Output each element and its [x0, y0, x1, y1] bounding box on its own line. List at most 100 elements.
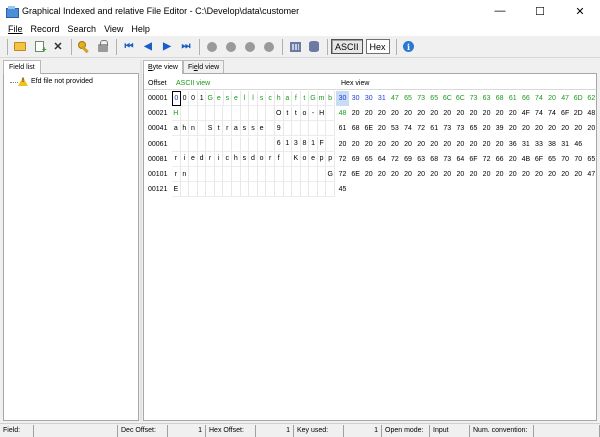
hex-cell[interactable] [506, 182, 519, 197]
hex-cell[interactable] [519, 182, 532, 197]
hex-cell[interactable] [559, 182, 572, 197]
menu-help[interactable]: Help [127, 24, 154, 34]
hex-cell[interactable]: 20 [428, 106, 441, 121]
menu-file[interactable]: File [4, 24, 27, 34]
hex-cell[interactable]: 20 [375, 121, 388, 136]
hex-cell[interactable]: 20 [441, 167, 454, 182]
hex-cell[interactable]: 6F [532, 152, 545, 167]
panel-splitter[interactable] [140, 60, 142, 421]
ascii-cell[interactable] [189, 182, 198, 198]
ascii-cell[interactable] [309, 167, 318, 182]
hex-cell[interactable]: 48 [585, 106, 598, 121]
hex-cell[interactable]: 20 [362, 167, 375, 182]
ascii-cell[interactable] [266, 106, 275, 122]
hex-cell[interactable]: 20 [519, 167, 532, 182]
ascii-cell[interactable]: G [206, 91, 215, 106]
hex-cell[interactable]: 4F [519, 106, 532, 121]
ascii-cell[interactable]: 1 [197, 91, 207, 106]
ascii-cell[interactable]: h [232, 151, 241, 167]
ascii-cell[interactable] [180, 136, 190, 152]
close-button[interactable]: ✕ [560, 0, 600, 22]
first-record-button[interactable]: ⏮ [120, 38, 138, 56]
ascii-cell[interactable] [206, 167, 215, 182]
ascii-cell[interactable]: K [292, 151, 301, 167]
ascii-cell[interactable] [197, 121, 207, 137]
hex-cell[interactable] [375, 182, 388, 197]
hex-cell[interactable]: 74 [532, 91, 545, 106]
next-record-button[interactable]: ▶ [158, 38, 176, 56]
ascii-cell[interactable]: c [266, 91, 275, 106]
hex-cell[interactable] [388, 182, 401, 197]
ascii-cell[interactable] [309, 121, 318, 137]
minimize-button[interactable]: — [480, 0, 520, 22]
ascii-cell[interactable]: i [180, 151, 190, 167]
hex-cell[interactable]: 20 [572, 121, 585, 136]
hex-cell[interactable]: 64 [375, 152, 388, 167]
hex-cell[interactable]: 20 [506, 121, 519, 136]
ascii-cell[interactable] [223, 167, 233, 182]
ascii-cell[interactable] [283, 151, 293, 167]
ascii-cell[interactable] [232, 182, 241, 198]
ascii-cell[interactable]: o [257, 151, 267, 167]
hex-cell[interactable]: 65 [467, 121, 480, 136]
ascii-cell[interactable]: e [257, 121, 267, 137]
action-button-4[interactable] [260, 38, 278, 56]
hex-cell[interactable] [546, 182, 559, 197]
ascii-cell[interactable]: a [172, 121, 181, 137]
hex-cell[interactable]: 65 [428, 91, 441, 106]
ascii-cell[interactable] [309, 182, 318, 198]
ascii-cell[interactable] [283, 167, 293, 182]
ascii-cell[interactable]: l [249, 91, 258, 106]
hex-cell[interactable]: 20 [506, 106, 519, 121]
action-button-3[interactable] [241, 38, 259, 56]
ascii-cell[interactable] [249, 167, 258, 182]
delete-button[interactable]: ✕ [49, 38, 67, 56]
hex-cell[interactable]: 46 [572, 137, 585, 152]
ascii-cell[interactable]: s [257, 91, 267, 106]
hex-cell[interactable]: 20 [546, 121, 559, 136]
ascii-cell[interactable]: d [249, 151, 258, 167]
ascii-cell[interactable]: o [300, 151, 310, 167]
hex-cell[interactable]: 31 [375, 91, 388, 106]
hex-cell[interactable]: 20 [559, 167, 572, 182]
ascii-cell[interactable] [223, 182, 233, 198]
ascii-cell[interactable] [257, 106, 267, 122]
hex-cell[interactable]: 47 [388, 91, 401, 106]
action-button-2[interactable] [222, 38, 240, 56]
ascii-cell[interactable] [240, 106, 250, 122]
lock-button[interactable] [94, 38, 112, 56]
hex-cell[interactable]: 68 [493, 91, 506, 106]
ascii-cell[interactable] [283, 121, 293, 137]
ascii-cell[interactable] [240, 167, 250, 182]
hex-cell[interactable]: 39 [493, 121, 506, 136]
ascii-cell[interactable]: d [197, 151, 207, 167]
tab-field-list[interactable]: Field list [3, 60, 41, 74]
hex-cell[interactable]: 36 [506, 137, 519, 152]
hex-cell[interactable]: 20 [480, 121, 493, 136]
hex-cell[interactable]: 20 [467, 167, 480, 182]
ascii-cell[interactable] [266, 182, 275, 198]
ascii-cell[interactable]: G [326, 167, 335, 182]
hex-cell[interactable]: 20 [349, 137, 362, 152]
ascii-cell[interactable] [240, 136, 250, 152]
hex-cell[interactable]: 65 [401, 91, 414, 106]
hex-cell[interactable]: 73 [441, 121, 454, 136]
info-button[interactable]: i [400, 38, 418, 56]
ascii-cell[interactable] [206, 182, 215, 198]
hex-cell[interactable] [585, 137, 598, 152]
ascii-cell[interactable]: s [223, 91, 233, 106]
hex-cell[interactable]: 65 [585, 152, 598, 167]
ascii-cell[interactable] [214, 167, 224, 182]
hex-cell[interactable]: 20 [506, 152, 519, 167]
menu-view[interactable]: View [100, 24, 127, 34]
hex-cell[interactable]: 20 [519, 121, 532, 136]
ascii-cell[interactable]: 3 [292, 136, 301, 152]
hex-cell[interactable]: 68 [428, 152, 441, 167]
ascii-cell[interactable]: t [292, 106, 301, 122]
hex-cell[interactable]: 6F [467, 152, 480, 167]
hex-cell[interactable]: 66 [493, 152, 506, 167]
hex-cell[interactable]: 74 [546, 106, 559, 121]
hex-cell[interactable]: 72 [388, 152, 401, 167]
hex-cell[interactable] [349, 182, 362, 197]
ascii-cell[interactable]: h [274, 91, 284, 106]
